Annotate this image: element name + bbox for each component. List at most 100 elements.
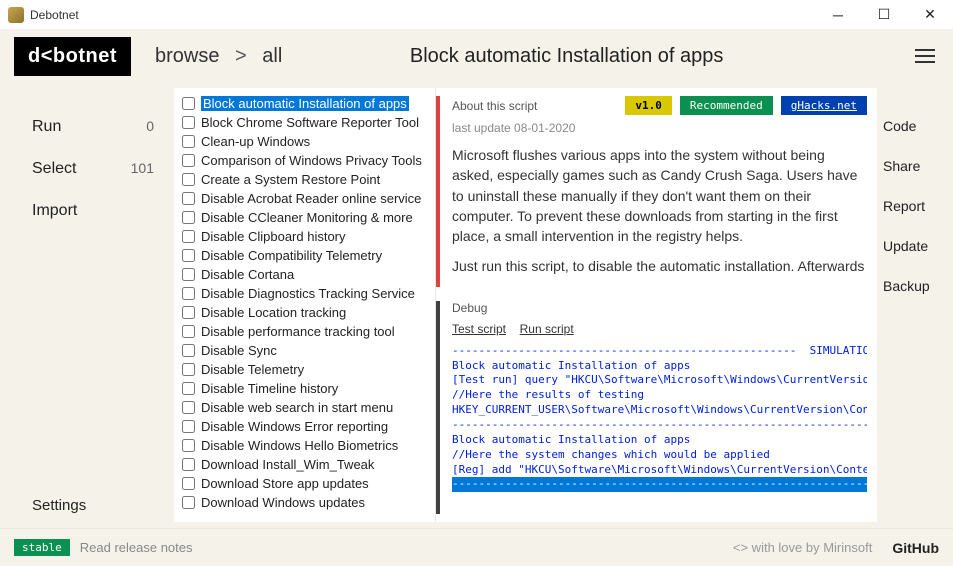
script-checkbox[interactable] bbox=[182, 192, 195, 205]
script-item[interactable]: Disable Compatibility Telemetry bbox=[174, 246, 435, 265]
script-checkbox[interactable] bbox=[182, 97, 195, 110]
app-icon bbox=[8, 7, 24, 23]
about-section: About this script v1.0 Recommended gHack… bbox=[436, 96, 867, 287]
script-checkbox[interactable] bbox=[182, 458, 195, 471]
debug-section: Debug Test script Run script -----------… bbox=[436, 301, 867, 514]
script-checkbox[interactable] bbox=[182, 173, 195, 186]
minimize-button[interactable]: ─ bbox=[815, 0, 861, 30]
script-item[interactable]: Block Chrome Software Reporter Tool bbox=[174, 113, 435, 132]
right-nav-report[interactable]: Report bbox=[883, 186, 943, 226]
script-label: Disable performance tracking tool bbox=[201, 324, 395, 339]
script-item[interactable]: Disable Cortana bbox=[174, 265, 435, 284]
script-checkbox[interactable] bbox=[182, 268, 195, 281]
script-label: Block Chrome Software Reporter Tool bbox=[201, 115, 419, 130]
script-label: Disable Sync bbox=[201, 343, 277, 358]
left-nav-import[interactable]: Import bbox=[0, 190, 174, 232]
script-checkbox[interactable] bbox=[182, 382, 195, 395]
script-label: Disable Timeline history bbox=[201, 381, 338, 396]
breadcrumb-current[interactable]: all bbox=[262, 45, 282, 67]
debug-line: ----------------------------------------… bbox=[452, 418, 867, 433]
script-checkbox[interactable] bbox=[182, 306, 195, 319]
ghacks-link[interactable]: gHacks.net bbox=[781, 96, 867, 115]
last-update: last update 08-01-2020 bbox=[452, 121, 867, 135]
script-checkbox[interactable] bbox=[182, 116, 195, 129]
script-item[interactable]: Disable performance tracking tool bbox=[174, 322, 435, 341]
script-item[interactable]: Disable Clipboard history bbox=[174, 227, 435, 246]
script-item[interactable]: Download Store app updates bbox=[174, 474, 435, 493]
footer-credit: <> with love by Mirinsoft bbox=[733, 540, 872, 555]
script-checkbox[interactable] bbox=[182, 230, 195, 243]
script-label: Disable Telemetry bbox=[201, 362, 304, 377]
settings-link[interactable]: Settings bbox=[0, 483, 174, 528]
script-checkbox[interactable] bbox=[182, 344, 195, 357]
script-item[interactable]: Disable Acrobat Reader online service bbox=[174, 189, 435, 208]
close-button[interactable]: ✕ bbox=[907, 0, 953, 30]
left-nav-select[interactable]: Select101 bbox=[0, 148, 174, 190]
recommended-badge: Recommended bbox=[680, 96, 773, 115]
right-nav-code[interactable]: Code bbox=[883, 106, 943, 146]
script-label: Disable Clipboard history bbox=[201, 229, 346, 244]
script-item[interactable]: Download Install_Wim_Tweak bbox=[174, 455, 435, 474]
script-item[interactable]: Disable Location tracking bbox=[174, 303, 435, 322]
script-checkbox[interactable] bbox=[182, 249, 195, 262]
stable-badge: stable bbox=[14, 539, 70, 556]
breadcrumb-separator: > bbox=[235, 45, 247, 67]
breadcrumb: browse > all bbox=[155, 45, 282, 68]
script-item[interactable]: Disable Diagnostics Tracking Service bbox=[174, 284, 435, 303]
script-label: Download Install_Wim_Tweak bbox=[201, 457, 374, 472]
script-checkbox[interactable] bbox=[182, 211, 195, 224]
script-checkbox[interactable] bbox=[182, 135, 195, 148]
script-item[interactable]: Disable web search in start menu bbox=[174, 398, 435, 417]
logo: d<botnet bbox=[14, 37, 131, 76]
debug-line: Block automatic Installation of apps bbox=[452, 433, 867, 448]
left-nav-run[interactable]: Run0 bbox=[0, 106, 174, 148]
debug-line: ----------------------------------------… bbox=[452, 344, 867, 359]
breadcrumb-root[interactable]: browse bbox=[155, 45, 219, 67]
left-nav: Run0Select101Import Settings bbox=[0, 82, 174, 528]
debug-label: Debug bbox=[452, 301, 867, 315]
right-nav-share[interactable]: Share bbox=[883, 146, 943, 186]
script-item[interactable]: Disable Telemetry bbox=[174, 360, 435, 379]
script-item[interactable]: Disable Timeline history bbox=[174, 379, 435, 398]
script-checkbox[interactable] bbox=[182, 363, 195, 376]
release-notes-link[interactable]: Read release notes bbox=[80, 540, 193, 555]
right-nav-update[interactable]: Update bbox=[883, 226, 943, 266]
script-checkbox[interactable] bbox=[182, 439, 195, 452]
script-label: Disable Compatibility Telemetry bbox=[201, 248, 382, 263]
script-item[interactable]: Clean-up Windows bbox=[174, 132, 435, 151]
script-checkbox[interactable] bbox=[182, 496, 195, 509]
titlebar: Debotnet ─ ☐ ✕ bbox=[0, 0, 953, 30]
github-link[interactable]: GitHub bbox=[892, 540, 939, 556]
right-nav-backup[interactable]: Backup bbox=[883, 266, 943, 306]
script-label: Disable Location tracking bbox=[201, 305, 346, 320]
script-checkbox[interactable] bbox=[182, 401, 195, 414]
test-script-link[interactable]: Test script bbox=[452, 322, 506, 336]
detail-panel: About this script v1.0 Recommended gHack… bbox=[436, 88, 877, 522]
maximize-button[interactable]: ☐ bbox=[861, 0, 907, 30]
script-label: Disable Cortana bbox=[201, 267, 294, 282]
script-item[interactable]: Block automatic Installation of apps bbox=[174, 94, 435, 113]
script-list[interactable]: Block automatic Installation of apps Bloc… bbox=[174, 88, 436, 522]
script-checkbox[interactable] bbox=[182, 477, 195, 490]
script-item[interactable]: Download Windows updates bbox=[174, 493, 435, 512]
script-item[interactable]: Disable Sync bbox=[174, 341, 435, 360]
script-item[interactable]: Disable CCleaner Monitoring & more bbox=[174, 208, 435, 227]
script-item[interactable]: Disable Windows Hello Biometrics bbox=[174, 436, 435, 455]
page-title: Block automatic Installation of apps bbox=[282, 45, 851, 68]
menu-button[interactable] bbox=[911, 41, 939, 71]
run-script-link[interactable]: Run script bbox=[520, 322, 574, 336]
script-item[interactable]: Comparison of Windows Privacy Tools bbox=[174, 151, 435, 170]
script-item[interactable]: Disable Windows Error reporting bbox=[174, 417, 435, 436]
script-label: Disable Acrobat Reader online service bbox=[201, 191, 421, 206]
script-checkbox[interactable] bbox=[182, 154, 195, 167]
left-nav-label: Select bbox=[32, 160, 76, 178]
script-label: Disable Windows Error reporting bbox=[201, 419, 388, 434]
script-item[interactable]: Create a System Restore Point bbox=[174, 170, 435, 189]
script-checkbox[interactable] bbox=[182, 420, 195, 433]
debug-output: ----------------------------------------… bbox=[452, 344, 867, 492]
version-badge: v1.0 bbox=[625, 96, 672, 115]
debug-line: //Here the system changes which would be… bbox=[452, 448, 867, 463]
debug-links: Test script Run script bbox=[452, 321, 867, 336]
script-checkbox[interactable] bbox=[182, 287, 195, 300]
script-checkbox[interactable] bbox=[182, 325, 195, 338]
